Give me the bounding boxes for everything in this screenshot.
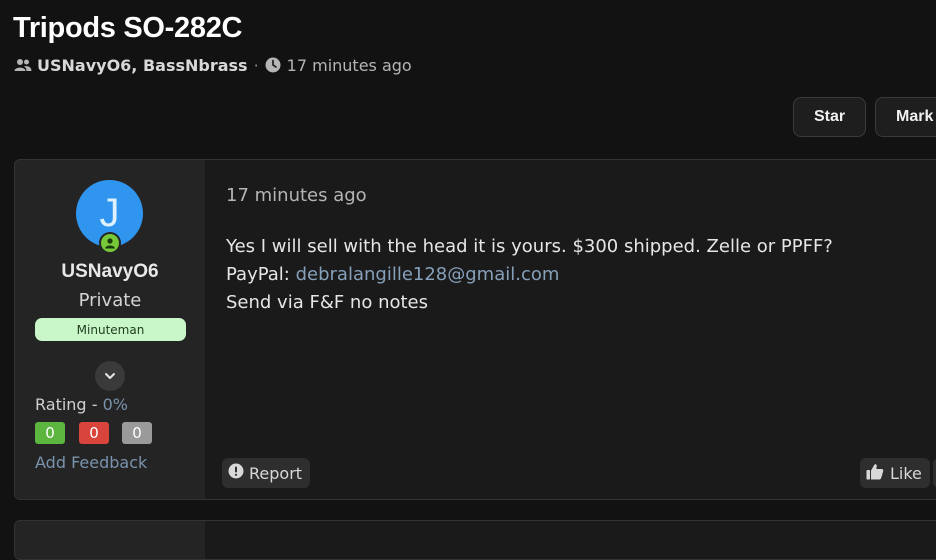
- post-body: Yes I will sell with the head it is your…: [226, 233, 833, 317]
- next-author-panel: [15, 521, 205, 559]
- alert-icon: [228, 463, 244, 483]
- rating-label: Rating: [35, 395, 87, 414]
- thumbs-up-icon: [866, 463, 884, 484]
- mark-button[interactable]: Mark: [875, 97, 936, 137]
- paypal-label: PayPal:: [226, 264, 296, 285]
- chevron-down-icon[interactable]: [95, 361, 125, 391]
- participants-link[interactable]: USNavyO6, BassNbrass: [37, 56, 248, 75]
- online-status-icon: [99, 232, 121, 254]
- meta-separator: ·: [253, 55, 259, 75]
- thread-meta: USNavyO6, BassNbrass · 17 minutes ago: [14, 55, 412, 75]
- positive-feedback-count[interactable]: 0: [35, 422, 65, 444]
- mark-button-label: Mark: [896, 108, 934, 125]
- post-line: Yes I will sell with the head it is your…: [226, 236, 833, 257]
- clock-icon: [265, 57, 281, 73]
- report-button[interactable]: Report: [222, 458, 311, 488]
- thread-time[interactable]: 17 minutes ago: [287, 56, 412, 75]
- like-label: Like: [890, 463, 922, 483]
- post-line: Send via F&F no notes: [226, 292, 428, 313]
- author-rank: Private: [78, 290, 142, 311]
- next-post-card: [14, 520, 936, 560]
- star-button-label: Star: [814, 108, 846, 125]
- post-line: PayPal: debralangille128@gmail.com: [226, 261, 833, 289]
- add-feedback-link[interactable]: Add Feedback: [35, 453, 147, 472]
- post-card: J USNavyO6 Private Minuteman Rating - 0%…: [14, 159, 936, 500]
- neutral-feedback-count[interactable]: 0: [122, 422, 152, 444]
- thread-title: Tripods SO-282C: [13, 12, 243, 44]
- paypal-email-link[interactable]: debralangille128@gmail.com: [296, 264, 560, 285]
- avatar-letter: J: [99, 191, 120, 235]
- author-rating: Rating - 0%: [35, 395, 128, 414]
- author-panel: J USNavyO6 Private Minuteman Rating - 0%…: [15, 160, 205, 499]
- rating-dash: -: [91, 395, 98, 414]
- negative-feedback-count[interactable]: 0: [79, 422, 109, 444]
- report-label: Report: [249, 463, 303, 483]
- post-time[interactable]: 17 minutes ago: [226, 185, 367, 206]
- rating-value: 0%: [102, 395, 128, 414]
- star-button[interactable]: Star: [793, 97, 867, 137]
- like-button[interactable]: Like: [860, 458, 930, 488]
- author-username[interactable]: USNavyO6: [15, 261, 205, 283]
- author-badge: Minuteman: [35, 318, 186, 341]
- users-icon: [14, 58, 32, 72]
